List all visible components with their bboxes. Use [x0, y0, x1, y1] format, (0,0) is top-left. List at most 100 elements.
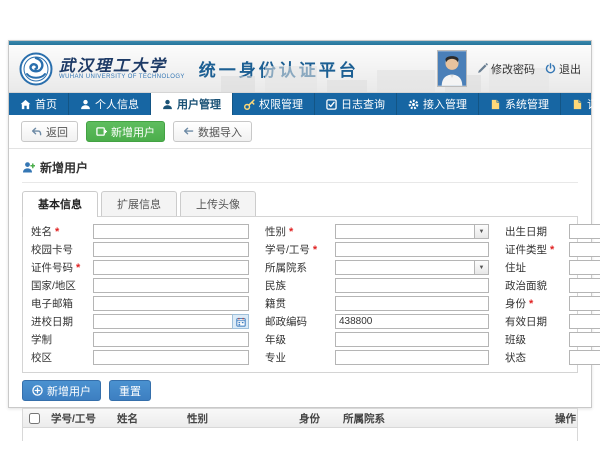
- data-import-button[interactable]: 数据导入: [173, 121, 252, 142]
- nav-item-home[interactable]: 首页: [9, 93, 69, 115]
- col-gender: 性别: [183, 411, 295, 426]
- nav-item-access-management[interactable]: 接入管理: [397, 93, 479, 115]
- field-label: 民族: [265, 278, 335, 293]
- political-status-input[interactable]: [569, 278, 600, 293]
- plus-circle-icon: [32, 385, 43, 396]
- field-label: 学号/工号*: [265, 242, 335, 257]
- address-input[interactable]: [569, 260, 600, 275]
- platform-title: 统一身份认证平台: [199, 56, 359, 81]
- nav-item-user-management[interactable]: 用户管理: [151, 93, 233, 115]
- user-icon: [80, 99, 91, 110]
- nav-label: 用户管理: [177, 96, 221, 112]
- field-label: 证件类型*: [505, 242, 569, 257]
- submit-add-user-label: 新增用户: [47, 383, 91, 399]
- col-operation: 操作: [551, 411, 577, 426]
- major-input[interactable]: [335, 350, 489, 365]
- grade-input[interactable]: [335, 332, 489, 347]
- tab-basic-info[interactable]: 基本信息: [22, 191, 98, 217]
- email-input[interactable]: [93, 296, 249, 311]
- logout-link[interactable]: 退出: [545, 61, 581, 77]
- field-label: 身份*: [505, 296, 569, 311]
- birthdate-input[interactable]: [569, 224, 600, 239]
- header: 武汉理工大学 WUHAN UNIVERSITY OF TECHNOLOGY 统一…: [9, 45, 591, 93]
- dropdown-arrow-icon[interactable]: ▼: [474, 224, 489, 239]
- country-input[interactable]: [93, 278, 249, 293]
- name-input[interactable]: [93, 224, 249, 239]
- power-icon: [545, 63, 556, 74]
- campus-input[interactable]: [93, 350, 249, 365]
- field-label: 国家/地区: [31, 278, 93, 293]
- field-label: 专业: [265, 350, 335, 365]
- back-button-label: 返回: [46, 124, 68, 140]
- valid-date-input[interactable]: [569, 314, 600, 329]
- ethnicity-input[interactable]: [335, 278, 489, 293]
- nav-item-subscription-management[interactable]: 订阅管理: [561, 93, 600, 115]
- department-select[interactable]: [335, 260, 474, 275]
- identity-input[interactable]: [569, 296, 600, 311]
- campus-card-input[interactable]: [93, 242, 249, 257]
- reset-button[interactable]: 重置: [109, 380, 151, 401]
- university-name-cn: 武汉理工大学: [59, 57, 185, 74]
- calendar-icon[interactable]: [232, 314, 249, 329]
- gear-icon: [408, 99, 419, 110]
- schooling-length-input[interactable]: [93, 332, 249, 347]
- gender-select[interactable]: [335, 224, 474, 239]
- submit-add-user-button[interactable]: 新增用户: [22, 380, 101, 401]
- col-name: 姓名: [113, 411, 183, 426]
- id-type-input[interactable]: [569, 242, 600, 257]
- nav-item-personal-info[interactable]: 个人信息: [69, 93, 151, 115]
- entry-date-input[interactable]: [93, 314, 232, 329]
- nav-label: 订阅管理: [587, 96, 600, 112]
- field-label: 政治面貌: [505, 278, 569, 293]
- field-label: 姓名*: [31, 224, 93, 239]
- field-label: 证件号码*: [31, 260, 93, 275]
- basic-info-form: 姓名* 性别*▼ 出生日期 校园卡号 学号/工号* 证件类型* 证件号码* 所属…: [22, 216, 578, 373]
- tab-upload-avatar[interactable]: 上传头像: [180, 191, 256, 216]
- nav-item-log-query[interactable]: 日志查询: [315, 93, 397, 115]
- required-asterisk: *: [289, 226, 293, 238]
- change-password-label: 修改密码: [491, 61, 535, 77]
- field-label: 状态: [505, 350, 569, 365]
- users-table: 学号/工号 姓名 性别 身份 所属院系 操作: [22, 408, 578, 441]
- tab-extended-info[interactable]: 扩展信息: [101, 191, 177, 216]
- toolbar: 返回 新增用户 数据导入: [9, 115, 591, 149]
- required-asterisk: *: [76, 262, 80, 274]
- change-password-link[interactable]: 修改密码: [477, 61, 535, 77]
- select-all-checkbox[interactable]: [29, 413, 40, 424]
- content-area: 新增用户 基本信息 扩展信息 上传头像 姓名* 性别*▼ 出生日期 校园卡号 学…: [9, 149, 591, 441]
- required-asterisk: *: [55, 226, 59, 238]
- field-label: 邮政编码: [265, 314, 335, 329]
- back-arrow-icon: [31, 126, 42, 137]
- home-icon: [20, 99, 31, 110]
- nav-item-permission-management[interactable]: 权限管理: [233, 93, 315, 115]
- subscribe-icon: [572, 99, 583, 110]
- brand: 武汉理工大学 WUHAN UNIVERSITY OF TECHNOLOGY: [59, 57, 185, 81]
- pencil-icon: [477, 63, 488, 74]
- native-place-input[interactable]: [335, 296, 489, 311]
- reset-button-label: 重置: [119, 383, 141, 399]
- id-number-input[interactable]: [93, 260, 249, 275]
- back-button[interactable]: 返回: [21, 121, 78, 142]
- field-label: 校园卡号: [31, 242, 93, 257]
- field-label: 进校日期: [31, 314, 93, 329]
- app-window: 武汉理工大学 WUHAN UNIVERSITY OF TECHNOLOGY 统一…: [8, 40, 592, 408]
- class-input[interactable]: [569, 332, 600, 347]
- logout-label: 退出: [559, 61, 581, 77]
- col-identity: 身份: [295, 411, 339, 426]
- field-label: 年级: [265, 332, 335, 347]
- field-label: 校区: [31, 350, 93, 365]
- status-input[interactable]: [569, 350, 600, 365]
- postal-code-input[interactable]: [335, 314, 489, 329]
- import-arrow-icon: [183, 126, 194, 137]
- dropdown-arrow-icon[interactable]: ▼: [474, 260, 489, 275]
- main-nav: 首页 个人信息 用户管理 权限管理 日志查询 接入管理 系统管理 订阅管理: [9, 93, 591, 115]
- section-title: 新增用户: [40, 159, 88, 176]
- add-user-toolbar-button[interactable]: 新增用户: [86, 121, 165, 142]
- student-id-input[interactable]: [335, 242, 489, 257]
- field-label: 住址: [505, 260, 569, 275]
- field-label: 性别*: [265, 224, 335, 239]
- nav-label: 权限管理: [259, 96, 303, 112]
- nav-item-system-management[interactable]: 系统管理: [479, 93, 561, 115]
- log-icon: [326, 99, 337, 110]
- system-icon: [490, 99, 501, 110]
